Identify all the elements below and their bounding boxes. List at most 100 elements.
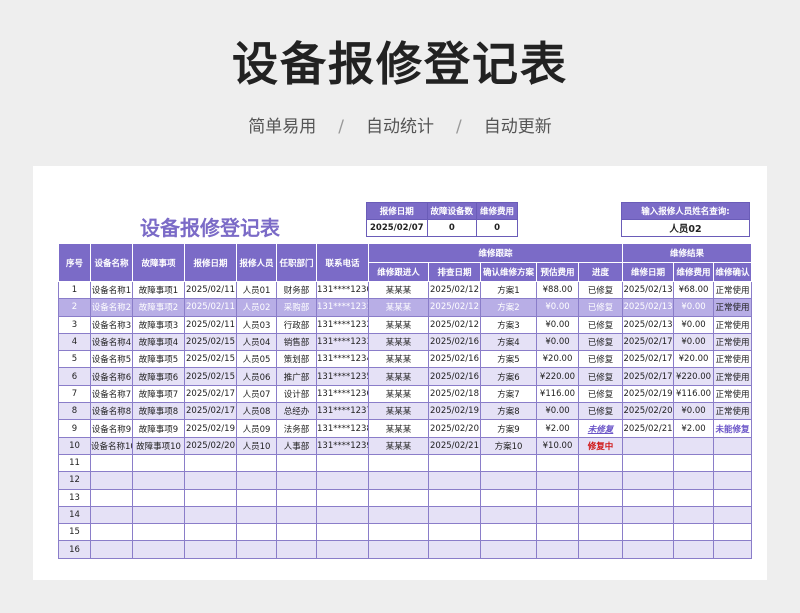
cell-tracker[interactable]: 某某某 xyxy=(368,402,429,421)
cell-plan[interactable]: 方案8 xyxy=(480,402,537,421)
cell-check-date[interactable]: 2025/02/20 xyxy=(428,419,481,438)
cell-reporter[interactable]: 人员07 xyxy=(236,384,277,404)
cell-progress[interactable]: 已修复 xyxy=(577,332,624,352)
cell-fix-cost[interactable] xyxy=(673,471,715,490)
cell-fault[interactable] xyxy=(132,523,185,542)
cell-reporter[interactable] xyxy=(236,540,277,559)
cell-tracker[interactable] xyxy=(368,540,429,559)
cell-device[interactable]: 设备名称8 xyxy=(90,402,133,421)
cell-device[interactable]: 设备名称5 xyxy=(90,350,133,369)
cell-est-cost[interactable] xyxy=(536,505,579,525)
cell-seq[interactable]: 8 xyxy=(58,402,91,421)
cell-progress[interactable]: 未修复 xyxy=(577,419,624,438)
cell-est-cost[interactable]: ¥10.00 xyxy=(536,436,579,455)
cell-tracker[interactable] xyxy=(368,523,429,542)
cell-dept[interactable]: 总经办 xyxy=(276,402,317,421)
summary-date-cell[interactable]: 2025/02/07 xyxy=(366,219,428,237)
cell-tracker[interactable]: 某某某 xyxy=(368,384,429,404)
cell-fix-date[interactable] xyxy=(622,505,675,525)
cell-est-cost[interactable]: ¥116.00 xyxy=(536,384,579,404)
cell-seq[interactable]: 6 xyxy=(58,367,91,386)
cell-fix-date[interactable]: 2025/02/17 xyxy=(622,367,675,386)
cell-reporter[interactable]: 人员01 xyxy=(236,280,277,300)
cell-phone[interactable]: 131****1234 xyxy=(316,350,369,369)
cell-check-date[interactable]: 2025/02/16 xyxy=(428,350,481,369)
cell-fault[interactable] xyxy=(132,471,185,490)
cell-tracker[interactable] xyxy=(368,488,429,507)
cell-tracker[interactable]: 某某某 xyxy=(368,315,429,334)
cell-phone[interactable]: 131****1232 xyxy=(316,315,369,334)
cell-progress[interactable]: 已修复 xyxy=(577,280,624,300)
cell-device[interactable] xyxy=(90,540,133,559)
cell-tracker[interactable]: 某某某 xyxy=(368,332,429,352)
cell-plan[interactable]: 方案3 xyxy=(480,315,537,334)
cell-fix-cost[interactable]: ¥0.00 xyxy=(673,298,715,317)
cell-date[interactable]: 2025/02/17 xyxy=(184,402,237,421)
cell-seq[interactable]: 4 xyxy=(58,332,91,352)
cell-fix-cost[interactable]: ¥0.00 xyxy=(673,402,715,421)
cell-fix-date[interactable] xyxy=(622,471,675,490)
cell-reporter[interactable]: 人员04 xyxy=(236,332,277,352)
cell-fix-cost[interactable]: ¥20.00 xyxy=(673,350,715,369)
cell-progress[interactable]: 已修复 xyxy=(577,384,624,404)
cell-check-date[interactable]: 2025/02/21 xyxy=(428,436,481,455)
cell-confirm[interactable]: 未能修复 xyxy=(713,419,753,438)
cell-est-cost[interactable]: ¥0.00 xyxy=(536,402,579,421)
cell-fault[interactable]: 故障事项3 xyxy=(132,315,185,334)
cell-est-cost[interactable] xyxy=(536,471,579,490)
cell-confirm[interactable]: 正常使用 xyxy=(713,332,753,352)
cell-plan[interactable]: 方案5 xyxy=(480,350,537,369)
cell-phone[interactable]: 131****1237 xyxy=(316,402,369,421)
cell-fault[interactable]: 故障事项9 xyxy=(132,419,185,438)
cell-progress[interactable] xyxy=(577,488,624,507)
cell-fix-date[interactable]: 2025/02/21 xyxy=(622,419,675,438)
cell-confirm[interactable] xyxy=(713,523,753,542)
cell-plan[interactable] xyxy=(480,471,537,490)
cell-confirm[interactable] xyxy=(713,488,753,507)
cell-date[interactable]: 2025/02/19 xyxy=(184,419,237,438)
cell-tracker[interactable]: 某某某 xyxy=(368,367,429,386)
cell-device[interactable]: 设备名称10 xyxy=(90,436,133,455)
cell-fix-cost[interactable]: ¥220.00 xyxy=(673,367,715,386)
cell-est-cost[interactable] xyxy=(536,453,579,473)
cell-seq[interactable]: 11 xyxy=(58,453,91,473)
cell-fix-date[interactable]: 2025/02/20 xyxy=(622,402,675,421)
cell-check-date[interactable] xyxy=(428,523,481,542)
cell-date[interactable]: 2025/02/11 xyxy=(184,280,237,300)
cell-phone[interactable] xyxy=(316,523,369,542)
cell-reporter[interactable]: 人员05 xyxy=(236,350,277,369)
cell-progress[interactable]: 已修复 xyxy=(577,298,624,317)
cell-reporter[interactable]: 人员10 xyxy=(236,436,277,455)
cell-fix-cost[interactable]: ¥68.00 xyxy=(673,280,715,300)
cell-est-cost[interactable]: ¥220.00 xyxy=(536,367,579,386)
query-input-cell[interactable]: 人员02 xyxy=(621,219,750,237)
cell-fix-cost[interactable]: ¥0.00 xyxy=(673,315,715,334)
cell-progress[interactable] xyxy=(577,453,624,473)
cell-fault[interactable] xyxy=(132,505,185,525)
cell-device[interactable] xyxy=(90,471,133,490)
cell-check-date[interactable]: 2025/02/18 xyxy=(428,384,481,404)
cell-fix-date[interactable]: 2025/02/13 xyxy=(622,315,675,334)
cell-progress[interactable] xyxy=(577,471,624,490)
cell-fix-cost[interactable]: ¥2.00 xyxy=(673,419,715,438)
cell-confirm[interactable]: 正常使用 xyxy=(713,367,753,386)
cell-fix-date[interactable]: 2025/02/17 xyxy=(622,332,675,352)
cell-check-date[interactable]: 2025/02/16 xyxy=(428,332,481,352)
cell-device[interactable] xyxy=(90,523,133,542)
cell-confirm[interactable] xyxy=(713,436,753,455)
cell-phone[interactable] xyxy=(316,540,369,559)
cell-date[interactable]: 2025/02/11 xyxy=(184,298,237,317)
cell-fault[interactable]: 故障事项2 xyxy=(132,298,185,317)
cell-check-date[interactable] xyxy=(428,540,481,559)
cell-phone[interactable]: 131****1238 xyxy=(316,419,369,438)
cell-dept[interactable]: 法务部 xyxy=(276,419,317,438)
cell-dept[interactable] xyxy=(276,505,317,525)
cell-phone[interactable]: 131****1239 xyxy=(316,436,369,455)
cell-confirm[interactable]: 正常使用 xyxy=(713,280,753,300)
cell-fault[interactable]: 故障事项7 xyxy=(132,384,185,404)
cell-confirm[interactable] xyxy=(713,471,753,490)
cell-phone[interactable]: 131****1230 xyxy=(316,280,369,300)
cell-progress[interactable]: 已修复 xyxy=(577,350,624,369)
cell-seq[interactable]: 3 xyxy=(58,315,91,334)
cell-dept[interactable]: 推广部 xyxy=(276,367,317,386)
